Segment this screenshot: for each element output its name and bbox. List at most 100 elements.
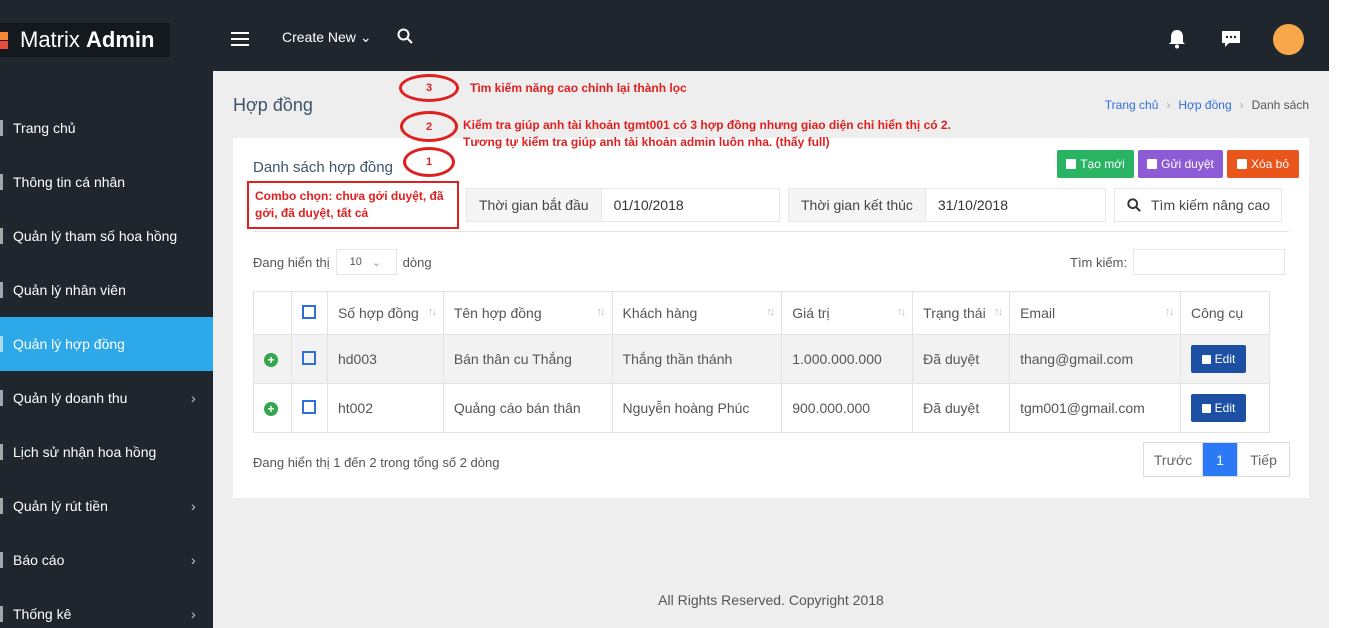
logo[interactable]: Matrix Admin [0, 23, 170, 57]
sidebar-menu: Trang chủ Thông tin cá nhân Quản lý tham… [0, 101, 213, 628]
breadcrumb-contracts[interactable]: Hợp đồng [1178, 98, 1231, 112]
table-row: + hd003 Bán thân cu Thắng Thắng thần thá… [253, 334, 1271, 384]
divider [253, 231, 1289, 232]
sidebar-item-label: Báo cáo [13, 552, 65, 568]
start-date-label: Thời gian bắt đầu [467, 189, 602, 221]
plus-square-icon [1066, 159, 1077, 169]
end-date-value[interactable]: 31/10/2018 [926, 189, 1020, 221]
table-info: Đang hiển thị 1 đến 2 trong tổng số 2 dò… [253, 455, 500, 470]
end-date-field[interactable]: Thời gian kết thúc 31/10/2018 [788, 188, 1106, 222]
column-header-customer[interactable]: Khách hàng ↑↓ [611, 291, 783, 335]
sidebar-item-commission-params[interactable]: Quản lý tham số hoa hồng [0, 209, 213, 263]
search-icon[interactable] [397, 28, 413, 44]
column-header-value[interactable]: Giá trị ↑↓ [781, 291, 914, 335]
chevron-down-icon: ⌄ [371, 256, 382, 269]
settings-icon [0, 228, 3, 244]
search-icon [1127, 198, 1141, 212]
home-icon [0, 120, 3, 136]
column-header-email[interactable]: Email ↑↓ [1009, 291, 1181, 335]
pagination-prev[interactable]: Trước [1144, 443, 1203, 476]
row-checkbox[interactable] [301, 350, 316, 365]
row-checkbox[interactable] [301, 399, 316, 414]
sidebar-item-label: Quản lý doanh thu [13, 390, 128, 406]
table-search-input[interactable] [1133, 249, 1286, 275]
chevron-right-icon: › [191, 390, 196, 406]
chat-icon[interactable] [1221, 30, 1241, 48]
avatar[interactable] [1273, 24, 1304, 55]
page-title: Hợp đồng [233, 95, 313, 115]
sidebar-item-contracts[interactable]: Quản lý hợp đồng [0, 317, 213, 371]
edit-button[interactable]: Edit [1190, 345, 1246, 373]
chevron-right-icon: › [191, 498, 196, 514]
sidebar-item-profile[interactable]: Thông tin cá nhân [0, 155, 213, 209]
submit-approval-button[interactable]: Gửi duyệt [1138, 150, 1223, 178]
row-expand-cell: + [253, 334, 292, 384]
page-size-control: Đang hiển thị 10 ⌄ dòng [253, 249, 432, 275]
sort-icon: ↑↓ [766, 306, 775, 318]
pagination-page-1[interactable]: 1 [1203, 443, 1237, 476]
page-size-value: 10 [349, 256, 362, 268]
sidebar-item-revenue[interactable]: Quản lý doanh thu › [0, 371, 213, 425]
row-select-cell [290, 334, 328, 384]
logo-text: Matrix Admin [20, 27, 154, 53]
row-expand-cell: + [253, 383, 292, 433]
submit-approval-label: Gửi duyệt [1161, 157, 1214, 171]
table-search-label: Tìm kiếm: [1070, 254, 1128, 270]
start-date-field[interactable]: Thời gian bắt đầu 01/10/2018 [466, 188, 780, 222]
delete-button[interactable]: Xóa bỏ [1227, 150, 1299, 178]
annotation-number: 3 [425, 82, 433, 94]
contracts-table: Số hợp đồng ↑↓ Tên hợp đồng ↑↓ Khách hàng ↑… [253, 291, 1271, 433]
sidebar-item-withdraw[interactable]: Quản lý rút tiền › [0, 479, 213, 533]
hamburger-icon[interactable] [231, 32, 249, 46]
column-header-label: Email [1020, 305, 1056, 321]
column-header-tools: Công cụ [1179, 291, 1271, 335]
create-button[interactable]: Tạo mới [1057, 150, 1134, 178]
column-header-label: Tên hợp đồng [453, 305, 542, 321]
edit-button[interactable]: Edit [1190, 394, 1246, 422]
advanced-search-button[interactable]: Tìm kiếm nâng cao [1114, 188, 1282, 222]
footer: All Rights Reserved. Copyright 2018 [658, 592, 884, 608]
annotation-number: 2 [425, 120, 433, 133]
sidebar-item-label: Thông tin cá nhân [13, 174, 126, 190]
expand-plus-icon[interactable]: + [264, 353, 278, 367]
page-size-select[interactable]: 10 ⌄ [335, 249, 397, 275]
expand-column-header [253, 291, 292, 335]
logo-bar: Matrix Admin [0, 7, 213, 71]
sidebar-item-commission-history[interactable]: Lịch sử nhận hoa hồng [0, 425, 213, 479]
pagination: Trước 1 Tiếp [1143, 442, 1290, 477]
column-header-name[interactable]: Tên hợp đồng ↑↓ [442, 291, 613, 335]
sort-icon: ↑↓ [1164, 306, 1174, 318]
pagination-next[interactable]: Tiếp [1237, 443, 1289, 476]
breadcrumb-home[interactable]: Trang chủ [1105, 98, 1159, 112]
cell-email: tgm001@gmail.com [1009, 383, 1181, 433]
right-margin [1329, 0, 1364, 628]
cell-tools: Edit [1179, 334, 1271, 384]
cell-value: 1.000.000.000 [781, 334, 914, 384]
contract-list-card: Danh sách hợp đồng Tạo mới Gửi duyệt Xóa… [233, 138, 1309, 498]
edit-icon [1201, 403, 1211, 413]
cell-code: hd003 [326, 334, 444, 384]
column-header-code[interactable]: Số hợp đồng ↑↓ [326, 291, 444, 335]
page-size-suffix: dòng [402, 254, 432, 270]
sort-icon: ↑↓ [897, 306, 906, 318]
top-strip [0, 0, 1329, 7]
annotation-marker-1: 1 [403, 147, 455, 177]
select-all-checkbox[interactable] [301, 304, 316, 319]
annotation-number: 1 [425, 156, 433, 168]
top-header: Create New ⌄ [213, 7, 1329, 71]
expand-plus-icon[interactable]: + [264, 402, 278, 416]
sidebar-item-statistics[interactable]: Thống kê › [0, 587, 213, 628]
sidebar-item-label: Quản lý rút tiền [13, 498, 108, 514]
sidebar-item-employees[interactable]: Quản lý nhân viên [0, 263, 213, 317]
column-header-status[interactable]: Trạng thái ↑↓ [912, 291, 1011, 335]
advanced-search-label: Tìm kiếm nâng cao [1151, 197, 1271, 213]
start-date-value[interactable]: 01/10/2018 [602, 189, 696, 221]
create-new-dropdown[interactable]: Create New ⌄ [282, 29, 372, 46]
sidebar-item-home[interactable]: Trang chủ [0, 101, 213, 155]
cell-value: 900.000.000 [781, 383, 914, 433]
report-icon [0, 552, 3, 568]
bell-icon[interactable] [1168, 29, 1186, 49]
sidebar-item-reports[interactable]: Báo cáo › [0, 533, 213, 587]
edit-button-label: Edit [1214, 401, 1236, 415]
sidebar: Matrix Admin Trang chủ Thông tin cá nhân… [0, 7, 213, 628]
